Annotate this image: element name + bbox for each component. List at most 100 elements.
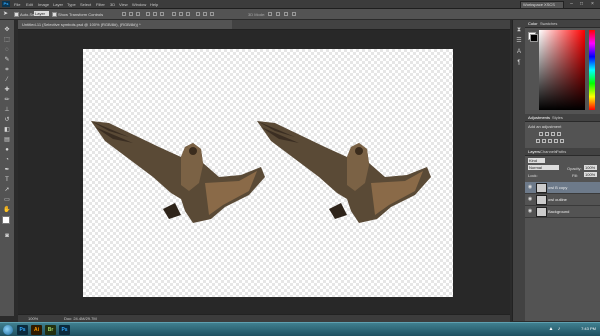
3d-roll-icon[interactable] — [276, 12, 280, 16]
type-tool-icon[interactable]: T — [3, 176, 11, 184]
brush-tool-icon[interactable]: ✏ — [3, 96, 11, 104]
menu-type[interactable]: Type — [67, 2, 76, 7]
minimize-button[interactable]: – — [568, 1, 575, 7]
auto-select-target-dropdown[interactable]: Layer — [34, 11, 49, 16]
paragraph-panel-icon[interactable]: ¶ — [515, 59, 523, 67]
tab-swatches[interactable]: Swatches — [540, 21, 557, 26]
photo-filter-icon[interactable] — [560, 139, 564, 143]
menu-edit[interactable]: Edit — [26, 2, 33, 7]
taskbar-app-illustrator[interactable]: Ai — [31, 325, 42, 335]
clone-stamp-tool-icon[interactable]: ⊥ — [3, 106, 11, 114]
menu-layer[interactable]: Layer — [53, 2, 63, 7]
menu-file[interactable]: File — [14, 2, 20, 7]
gradient-tool-icon[interactable]: ▤ — [3, 136, 11, 144]
align-vcenter-icon[interactable] — [129, 12, 133, 16]
3d-drag-icon[interactable] — [284, 12, 288, 16]
character-panel-icon[interactable]: A — [515, 48, 523, 56]
start-button[interactable] — [3, 325, 13, 335]
layers-filter-dropdown[interactable]: Kind — [528, 158, 545, 163]
crop-tool-icon[interactable]: ⌗ — [3, 66, 11, 74]
maximize-button[interactable]: □ — [578, 1, 585, 7]
pen-tool-icon[interactable]: ✒ — [3, 166, 11, 174]
marquee-tool-icon[interactable]: ⬚ — [3, 36, 11, 44]
distribute-hcenter-icon[interactable] — [203, 12, 207, 16]
distribute-bottom-icon[interactable] — [186, 12, 190, 16]
menu-select[interactable]: Select — [80, 2, 91, 7]
tab-adjustments[interactable]: Adjustments — [528, 115, 550, 120]
layer-row[interactable]: ◉ Background — [525, 206, 600, 218]
3d-slide-icon[interactable] — [292, 12, 296, 16]
auto-select-checkbox[interactable] — [14, 12, 19, 17]
exposure-icon[interactable] — [557, 132, 561, 136]
align-top-icon[interactable] — [122, 12, 126, 16]
history-brush-tool-icon[interactable]: ↺ — [3, 116, 11, 124]
align-bottom-icon[interactable] — [136, 12, 140, 16]
curves-icon[interactable] — [551, 132, 555, 136]
tab-layers[interactable]: Layers — [528, 149, 540, 154]
layer-row[interactable]: ◉ owl B copy — [525, 182, 600, 194]
distribute-right-icon[interactable] — [210, 12, 214, 16]
history-panel-icon[interactable]: ⧗ — [515, 26, 523, 34]
tab-paths[interactable]: Paths — [556, 149, 566, 154]
network-icon[interactable]: ▲ — [548, 326, 554, 332]
color-balance-icon[interactable] — [548, 139, 552, 143]
vibrance-icon[interactable] — [536, 139, 540, 143]
fill-input[interactable]: 100% — [584, 172, 597, 177]
hue-slider[interactable] — [589, 30, 595, 110]
align-right-icon[interactable] — [160, 12, 164, 16]
move-tool-icon[interactable]: ✥ — [3, 26, 11, 34]
layer-row[interactable]: ◉ owl outline — [525, 194, 600, 206]
distribute-vcenter-icon[interactable] — [179, 12, 183, 16]
tab-channels[interactable]: Channels — [540, 149, 557, 154]
distribute-top-icon[interactable] — [172, 12, 176, 16]
document-canvas[interactable] — [83, 49, 453, 297]
taskbar-app-photoshop[interactable]: Ps — [17, 325, 28, 335]
align-left-icon[interactable] — [146, 12, 150, 16]
menu-image[interactable]: Image — [38, 2, 49, 7]
zoom-level[interactable]: 100% — [28, 316, 38, 321]
black-white-icon[interactable] — [554, 139, 558, 143]
align-hcenter-icon[interactable] — [153, 12, 157, 16]
move-tool-icon[interactable]: ➤ — [3, 11, 11, 17]
menu-help[interactable]: Help — [150, 2, 158, 7]
brightness-contrast-icon[interactable] — [539, 132, 543, 136]
tab-styles[interactable]: Styles — [552, 115, 563, 120]
eye-icon[interactable]: ◉ — [527, 184, 533, 190]
eraser-tool-icon[interactable]: ◧ — [3, 126, 11, 134]
menu-window[interactable]: Window — [132, 2, 146, 7]
properties-panel-icon[interactable]: ☰ — [515, 37, 523, 45]
blend-mode-dropdown[interactable]: Normal — [528, 165, 559, 170]
document-tab[interactable]: Untitled-11 (Selective symbols.psd @ 100… — [18, 20, 232, 29]
hue-saturation-icon[interactable] — [542, 139, 546, 143]
shape-tool-icon[interactable]: ▭ — [3, 196, 11, 204]
close-button[interactable]: × — [589, 1, 596, 7]
eyedropper-tool-icon[interactable]: ⁄ — [3, 76, 11, 84]
taskbar-app-photoshop-2[interactable]: Ps — [59, 325, 70, 335]
distribute-left-icon[interactable] — [196, 12, 200, 16]
eye-icon[interactable]: ◉ — [527, 208, 533, 214]
hand-tool-icon[interactable]: ✋ — [3, 206, 11, 214]
menu-3d[interactable]: 3D — [110, 2, 115, 7]
path-select-tool-icon[interactable]: ➚ — [3, 186, 11, 194]
show-transform-checkbox[interactable] — [52, 12, 57, 17]
3d-rotate-icon[interactable] — [268, 12, 272, 16]
color-panel-background-swatch[interactable] — [530, 34, 538, 42]
blur-tool-icon[interactable]: ● — [3, 146, 11, 154]
workspace-switcher[interactable]: Workspace XSCS — [520, 1, 564, 9]
menu-filter[interactable]: Filter — [96, 2, 105, 7]
quick-mask-icon[interactable]: ◙ — [3, 232, 11, 240]
menu-view[interactable]: View — [119, 2, 128, 7]
tab-color[interactable]: Color — [528, 21, 538, 26]
eye-icon[interactable]: ◉ — [527, 196, 533, 202]
healing-tool-icon[interactable]: ✚ — [3, 86, 11, 94]
quick-select-tool-icon[interactable]: ✎ — [3, 56, 11, 64]
lasso-tool-icon[interactable]: ◌ — [3, 46, 11, 54]
levels-icon[interactable] — [545, 132, 549, 136]
color-picker-field[interactable] — [539, 30, 585, 110]
taskbar-clock[interactable]: 7:43 PM — [581, 326, 596, 331]
opacity-input[interactable]: 100% — [584, 165, 597, 170]
volume-icon[interactable]: ♪ — [556, 326, 562, 332]
taskbar-app-bridge[interactable]: Br — [45, 325, 56, 335]
dodge-tool-icon[interactable]: ◔ — [3, 156, 11, 164]
foreground-color-swatch[interactable] — [2, 216, 10, 224]
